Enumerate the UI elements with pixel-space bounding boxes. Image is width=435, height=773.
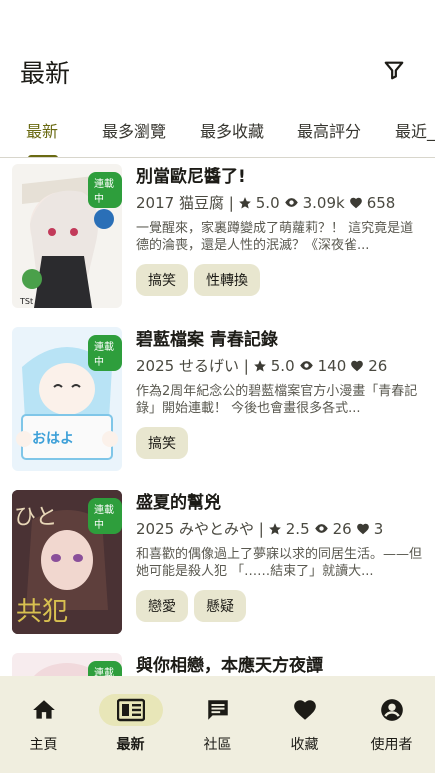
eye-icon [284,198,298,207]
tag-chip[interactable]: 搞笑 [136,264,188,296]
nav-favorites[interactable]: 收藏 [261,694,348,754]
filter-icon [384,61,404,80]
comic-description: 作為2周年紀念公的碧藍檔案官方小漫畫「青春記錄」開始連載！ 今後也會畫很多各式.… [136,384,418,416]
tab-top-rated[interactable]: 最高評分 [297,118,361,142]
status-badge: 連載中 [88,172,122,208]
comic-cover[interactable]: TSt 連載中 [12,164,122,308]
rating: 5.0 [255,193,280,212]
heart-icon [293,700,316,720]
status-badge: 連載中 [88,498,122,534]
comic-list[interactable]: TSt 連載中 別當歐尼醬了! 2017 猫豆腐 | 5.0 3.09k 658… [0,158,435,676]
account-icon [380,699,403,721]
tab-most-favorited[interactable]: 最多收藏 [200,118,264,142]
comic-cover[interactable]: ひと 共犯 連載中 [12,490,122,634]
comic-title[interactable]: 盛夏的幫兇 [136,488,221,513]
status-badge: 連載中 [88,661,122,676]
year-author: 2025 みやとみや | [136,520,264,538]
comic-cover[interactable]: 連載中 [12,653,122,676]
rating: 2.5 [285,519,310,538]
comic-cover[interactable]: おはよ 連載中 [12,327,122,471]
nav-user[interactable]: 使用者 [348,694,435,754]
app-header: 最新 [0,0,435,110]
views: 140 [317,356,347,375]
comic-card[interactable]: 連載中 與你相戀，本應天方夜譚 [0,647,435,676]
heart-icon [356,523,369,534]
star-icon [238,196,251,208]
comic-card[interactable]: おはよ 連載中 碧藍檔案 青春記錄 2025 せるげい | 5.0 140 26… [0,321,435,471]
comic-meta: 2017 猫豆腐 | 5.0 3.09k 658 [136,192,395,213]
tag-list: 戀愛 懸疑 [136,590,246,622]
star-icon [268,522,281,534]
rating: 5.0 [270,356,295,375]
nav-latest[interactable]: 最新 [87,694,174,754]
likes: 26 [368,356,388,375]
tab-most-viewed[interactable]: 最多瀏覽 [102,118,166,142]
svg-text:おはよ: おはよ [32,431,74,447]
year-author: 2025 せるげい | [136,357,249,375]
sort-tabs: 最新 最多瀏覽 最多收藏 最高評分 最近_ [0,110,435,158]
svg-text:ひと: ひと [14,505,57,530]
tag-chip[interactable]: 懸疑 [194,590,246,622]
tag-chip[interactable]: 性轉換 [194,264,260,296]
nav-home[interactable]: 主頁 [0,694,87,754]
nav-label: 使用者 [370,737,413,753]
likes: 658 [366,193,396,212]
svg-text:共犯: 共犯 [16,597,68,627]
year-author: 2017 猫豆腐 | [136,194,234,212]
home-icon [32,700,55,719]
comic-meta: 2025 せるげい | 5.0 140 26 [136,355,387,376]
comic-title[interactable]: 別當歐尼醬了! [136,162,246,187]
svg-text:TSt: TSt [19,297,33,306]
comic-card[interactable]: ひと 共犯 連載中 盛夏的幫兇 2025 みやとみや | 2.5 26 3 和喜… [0,484,435,634]
nav-label: 社區 [203,737,232,753]
nav-community[interactable]: 社區 [174,694,261,754]
page-title: 最新 [20,59,71,88]
tab-recent[interactable]: 最近_ [395,118,435,142]
star-icon [253,359,266,371]
comic-description: 一覺醒來，家裏蹲變成了萌蘿莉？！ 這究竟是道德的淪喪，還是人性的泯滅？《深夜雀.… [136,221,414,253]
comic-card[interactable]: TSt 連載中 別當歐尼醬了! 2017 猫豆腐 | 5.0 3.09k 658… [0,158,435,308]
nav-label: 最新 [116,737,145,753]
nav-label: 主頁 [29,737,58,753]
tag-chip[interactable]: 戀愛 [136,590,188,622]
views: 3.09k [302,193,345,212]
comic-title[interactable]: 與你相戀，本應天方夜譚 [136,651,323,676]
nav-label: 收藏 [290,737,319,753]
comic-title[interactable]: 碧藍檔案 青春記錄 [136,325,278,350]
tag-list: 搞笑 [136,427,188,459]
tag-list: 搞笑 性轉換 [136,264,260,296]
heart-icon [349,197,362,208]
comic-description: 和喜歡的偶像過上了夢寐以求的同居生活。——但她可能是殺人犯 「……結束了」就讀大… [136,547,423,579]
newspaper-icon [116,698,145,722]
eye-icon [299,361,313,370]
chat-icon [207,700,228,720]
views: 26 [332,519,352,538]
likes: 3 [373,519,384,538]
eye-icon [314,524,328,533]
status-badge: 連載中 [88,335,122,371]
heart-icon [351,360,364,371]
bottom-navigation: 主頁 最新 社區 收藏 使用者 [0,676,435,773]
comic-meta: 2025 みやとみや | 2.5 26 3 [136,518,383,539]
tag-chip[interactable]: 搞笑 [136,427,188,459]
filter-button[interactable] [381,57,407,83]
tab-latest[interactable]: 最新 [26,118,58,142]
